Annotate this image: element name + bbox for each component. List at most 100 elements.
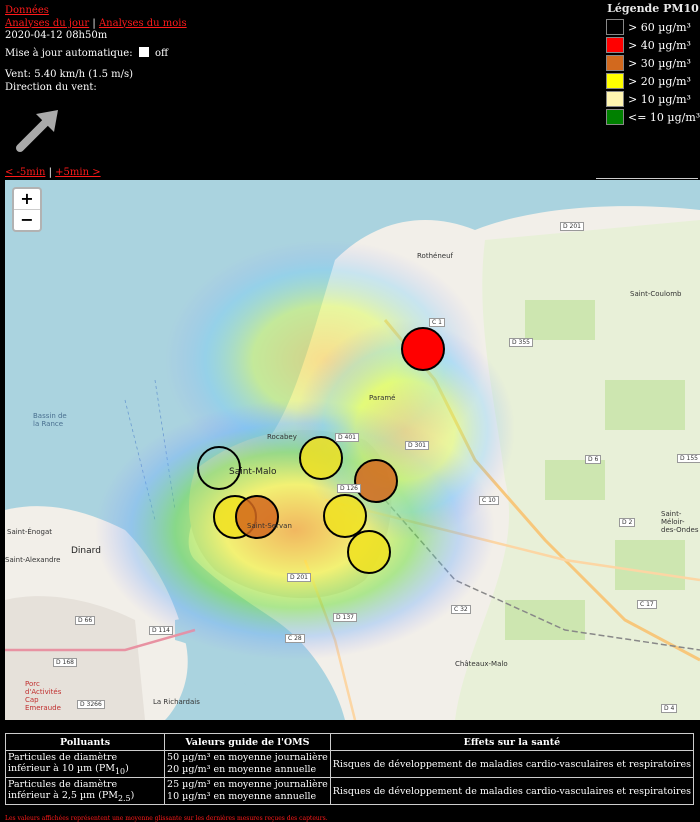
legend-swatch xyxy=(606,73,624,89)
place-label: Saint-Malo xyxy=(229,467,277,477)
pollution-map[interactable]: Rothéneuf Saint-Coulomb Saint-Malo Param… xyxy=(5,180,700,720)
table-header-row: Polluants Valeurs guide de l'OMS Effets … xyxy=(4,733,695,751)
table-header: Effets sur la santé xyxy=(329,733,695,751)
legend-item-gt20: > 20 µg/m³ xyxy=(606,72,700,90)
guide-values-cell: 25 µg/m³ en moyenne journalière 10 µg/m³ … xyxy=(164,777,331,805)
link-analyses-jour[interactable]: Analyses du jour xyxy=(5,18,89,29)
pollutant-subscript: 10 xyxy=(115,766,126,776)
auto-update-checkbox[interactable] xyxy=(138,46,149,57)
who-guidelines-table: Polluants Valeurs guide de l'OMS Effets … xyxy=(4,733,695,805)
place-label: Bassin de la Rance xyxy=(33,412,67,428)
link-analyses-mois[interactable]: Analyses du mois xyxy=(99,18,187,29)
road-label: C 28 xyxy=(285,634,305,643)
legend-swatch xyxy=(606,109,624,125)
zoom-out-button[interactable]: − xyxy=(14,209,40,230)
place-label: Saint-Énogat xyxy=(7,528,53,536)
road-label: D 201 xyxy=(287,573,311,582)
sensor-marker[interactable] xyxy=(323,494,367,538)
sensor-marker[interactable] xyxy=(299,436,343,480)
road-label: C 32 xyxy=(451,605,471,614)
road-label: C 17 xyxy=(637,600,657,609)
legend-label: <= 10 µg/m³ xyxy=(628,110,700,124)
legend-label: > 20 µg/m³ xyxy=(628,74,691,88)
road-label: D 6 xyxy=(585,455,602,464)
pollutant-cell: Particules de diamètre inférieur à 2,5 µ… xyxy=(4,777,166,805)
legend-label: > 10 µg/m³ xyxy=(628,92,691,106)
sensor-layer xyxy=(197,327,445,574)
legend-label: > 60 µg/m³ xyxy=(628,20,691,34)
legend-swatch xyxy=(606,19,624,35)
guide-annual: 20 µg/m³ en moyenne annuelle xyxy=(167,764,317,775)
pollutant-subscript: 2.5 xyxy=(118,793,131,803)
legend-item-gt40: > 40 µg/m³ xyxy=(606,36,700,54)
nav-separator: | xyxy=(92,17,96,29)
road-label: D 126 xyxy=(337,484,361,493)
time-navigation: < -5min | +5min > xyxy=(5,167,101,178)
time-separator: | xyxy=(48,167,52,178)
road-label: D 114 xyxy=(149,626,173,635)
guide-values-cell: 50 µg/m³ en moyenne journalière 20 µg/m³ … xyxy=(164,750,331,778)
wind-direction-label: Direction du vent: xyxy=(5,81,97,93)
place-label: Dinard xyxy=(71,546,101,556)
road-label: C 10 xyxy=(479,496,499,505)
legend-item-gt60: > 60 µg/m³ xyxy=(606,18,700,36)
legend-item-gt10: > 10 µg/m³ xyxy=(606,90,700,108)
zoom-control: + − xyxy=(12,187,42,232)
pollutant-name: Particules de diamètre inférieur à 2,5 µ… xyxy=(8,779,119,802)
pollutant-cell: Particules de diamètre inférieur à 10 µm… xyxy=(4,750,166,778)
header-panel: Données Analyses du jour | Analyses du m… xyxy=(5,5,187,94)
legend-label: > 30 µg/m³ xyxy=(628,56,691,70)
road-label: D 355 xyxy=(509,338,533,347)
road-label: D 2 xyxy=(619,518,636,527)
place-label: Rocabey xyxy=(267,433,297,441)
sensor-marker[interactable] xyxy=(401,327,445,371)
sensor-marker[interactable] xyxy=(235,495,279,539)
place-label: Paramé xyxy=(369,394,396,402)
time-next-link[interactable]: +5min > xyxy=(55,167,100,178)
time-prev-link[interactable]: < -5min xyxy=(5,167,45,178)
pollutant-end: ) xyxy=(125,763,129,775)
guide-daily: 25 µg/m³ en moyenne journalière xyxy=(167,779,328,790)
legend-label: > 40 µg/m³ xyxy=(628,38,691,52)
sensor-marker[interactable] xyxy=(354,459,398,503)
legend-swatch xyxy=(606,91,624,107)
wind-speed: Vent: 5.40 km/h (1.5 m/s) xyxy=(5,69,134,80)
wind-direction-arrow-icon xyxy=(16,110,58,152)
pm10-legend: Légende PM10 > 60 µg/m³ > 40 µg/m³ > 30 … xyxy=(606,2,700,126)
legend-divider xyxy=(596,178,698,179)
place-label: Rothéneuf xyxy=(417,252,453,260)
link-donnees[interactable]: Données xyxy=(5,5,49,16)
place-label: Saint-Coulomb xyxy=(630,290,682,298)
legend-title: Légende PM10 xyxy=(607,2,699,15)
table-row: Particules de diamètre inférieur à 10 µm… xyxy=(4,750,695,778)
table-header: Valeurs guide de l'OMS xyxy=(164,733,331,751)
zoom-in-button[interactable]: + xyxy=(14,189,40,209)
place-label: La Richardais xyxy=(153,698,200,706)
pollutant-end: ) xyxy=(130,790,135,802)
legend-swatch xyxy=(606,37,624,53)
pollutant-name: Particules de diamètre inférieur à 10 µm… xyxy=(8,752,118,775)
road-label: D 137 xyxy=(333,613,357,622)
road-label: D 401 xyxy=(335,433,359,442)
road-label: D 3266 xyxy=(77,700,105,709)
road-label: C 1 xyxy=(429,318,445,327)
road-label: D 4 xyxy=(661,704,678,713)
auto-update-label: Mise à jour automatique: xyxy=(5,47,133,59)
guide-daily: 50 µg/m³ en moyenne journalière xyxy=(167,752,328,763)
place-label: Saint-Alexandre xyxy=(5,556,61,564)
place-label: Porc d'Activités Cap Emeraude xyxy=(25,680,62,712)
place-label: Saint-Servan xyxy=(247,522,292,530)
legend-swatch xyxy=(606,55,624,71)
sensor-marker[interactable] xyxy=(347,530,391,574)
current-datetime: 2020-04-12 08h50m xyxy=(5,30,108,41)
place-label: Saint-Méloir-des-Ondes xyxy=(661,510,699,534)
legend-item-le10: <= 10 µg/m³ xyxy=(606,108,700,126)
place-label: Châteaux-Malo xyxy=(455,660,508,668)
table-header: Polluants xyxy=(4,733,166,751)
auto-update-state: off xyxy=(154,47,169,59)
legend-item-gt30: > 30 µg/m³ xyxy=(606,54,700,72)
road-label: D 201 xyxy=(560,222,584,231)
guide-annual: 10 µg/m³ en moyenne annuelle xyxy=(167,791,317,802)
road-label: D 66 xyxy=(75,616,96,625)
effects-cell: Risques de développement de maladies car… xyxy=(329,750,695,778)
